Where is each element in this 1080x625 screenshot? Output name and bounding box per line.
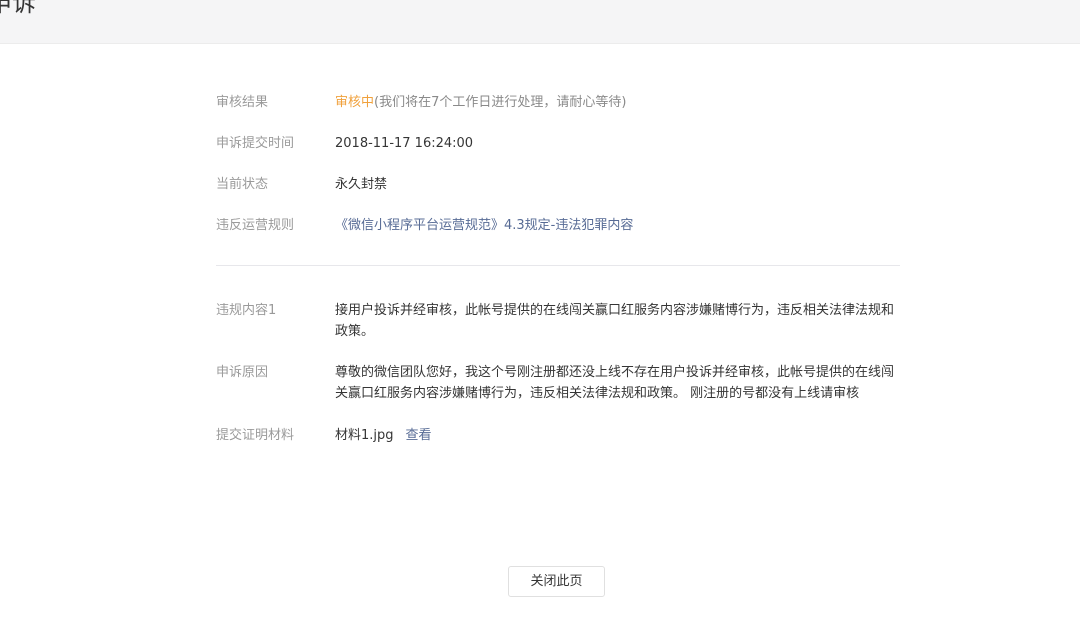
violation-content-value: 接用户投诉并经审核，此帐号提供的在线闯关赢口红服务内容涉嫌赌博行为，违反相关法律… xyxy=(335,303,895,339)
submit-time-label: 申诉提交时间 xyxy=(216,136,295,151)
close-page-button[interactable]: 关闭此页 xyxy=(508,566,605,597)
appeal-reason-value: 尊敬的微信团队您好，我这个号刚注册都还没上线不存在用户投诉并经审核，此帐号提供的… xyxy=(335,365,895,401)
view-evidence-link[interactable]: 查看 xyxy=(406,428,432,443)
page-header: 申诉 xyxy=(0,0,1080,44)
evidence-file-name: 材料1.jpg xyxy=(335,428,394,443)
review-status-badge: 审核中 xyxy=(335,95,375,110)
current-state-value: 永久封禁 xyxy=(335,177,388,192)
review-status-note: (我们将在7个工作日进行处理，请耐心等待) xyxy=(374,95,627,110)
evidence-value: 材料1.jpg 查看 xyxy=(335,425,900,446)
page-title: 申诉 xyxy=(0,0,36,17)
current-state-label: 当前状态 xyxy=(216,177,269,192)
submit-time-value: 2018-11-17 16:24:00 xyxy=(335,136,474,151)
violated-rule-label: 违反运营规则 xyxy=(216,218,295,233)
review-result-value: 审核中(我们将在7个工作日进行处理，请耐心等待) xyxy=(335,92,900,113)
violation-content-label: 违规内容1 xyxy=(216,303,277,318)
violated-rule-link[interactable]: 《微信小程序平台运营规范》4.3规定-违法犯罪内容 xyxy=(335,215,900,236)
section-divider xyxy=(216,265,900,266)
appeal-reason-label: 申诉原因 xyxy=(216,365,269,380)
review-result-label: 审核结果 xyxy=(216,95,269,110)
evidence-label: 提交证明材料 xyxy=(216,428,295,443)
